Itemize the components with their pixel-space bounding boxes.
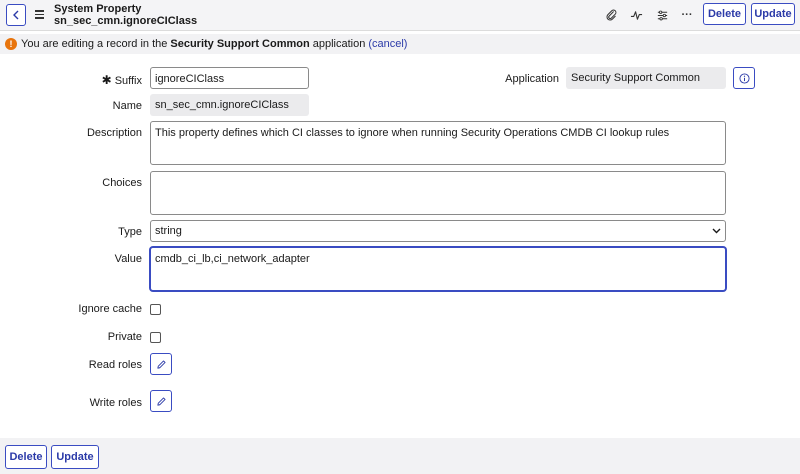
- description-label: Description: [86, 127, 142, 139]
- form-header: System Property sn_sec_cmn.ignoreCIClass…: [0, 0, 800, 31]
- footer-update-button[interactable]: Update: [51, 445, 99, 469]
- paperclip-icon[interactable]: [603, 7, 619, 23]
- type-selected-value: string: [155, 225, 182, 237]
- form-footer: Delete Update: [0, 438, 800, 474]
- required-icon: ✱: [101, 73, 112, 87]
- activity-icon[interactable]: [628, 7, 644, 23]
- menu-icon[interactable]: [35, 10, 44, 19]
- pencil-icon: [156, 359, 166, 369]
- write-roles-label: Write roles: [89, 397, 142, 409]
- page-title: System Property sn_sec_cmn.ignoreCIClass: [54, 3, 197, 27]
- write-roles-edit-button[interactable]: [150, 390, 172, 412]
- footer-delete-button[interactable]: Delete: [5, 445, 47, 469]
- record-type: System Property: [54, 3, 142, 15]
- description-textarea[interactable]: This property defines which CI classes t…: [150, 121, 726, 165]
- cancel-link[interactable]: (cancel): [368, 38, 407, 50]
- choices-label: Choices: [102, 177, 142, 189]
- info-icon: [738, 72, 750, 84]
- name-label: Name: [112, 100, 142, 112]
- type-label: Type: [118, 226, 142, 238]
- warning-icon: !: [5, 38, 17, 50]
- private-checkbox[interactable]: [150, 332, 161, 343]
- header-delete-button[interactable]: Delete: [703, 3, 746, 25]
- choices-textarea[interactable]: [150, 171, 726, 215]
- private-label: Private: [107, 331, 142, 343]
- editing-notice: ! You are editing a record in the Securi…: [0, 34, 800, 54]
- name-field: sn_sec_cmn.ignoreCIClass: [150, 94, 309, 116]
- suffix-label: ✱ Suffix: [101, 73, 142, 87]
- record-name: sn_sec_cmn.ignoreCIClass: [54, 15, 198, 27]
- chevron-down-icon: [712, 228, 721, 234]
- settings-sliders-icon[interactable]: [654, 7, 670, 23]
- ignore-cache-label: Ignore cache: [78, 303, 142, 315]
- notice-app-name: Security Support Common: [170, 38, 310, 50]
- application-label: Application: [505, 73, 559, 85]
- read-roles-label: Read roles: [88, 359, 142, 371]
- notice-prefix: You are editing a record in the: [21, 38, 168, 50]
- pencil-icon: [156, 396, 166, 406]
- value-textarea[interactable]: cmdb_ci_lb,ci_network_adapter: [150, 247, 726, 291]
- chevron-left-icon: [13, 10, 19, 20]
- notice-suffix: application: [312, 38, 366, 50]
- more-options-icon[interactable]: ···: [679, 7, 695, 23]
- application-info-button[interactable]: [733, 67, 755, 89]
- application-field: Security Support Common: [566, 67, 726, 89]
- back-button[interactable]: [6, 4, 26, 26]
- value-label: Value: [114, 253, 142, 265]
- type-select[interactable]: string: [150, 220, 726, 242]
- ignore-cache-checkbox[interactable]: [150, 304, 161, 315]
- suffix-input[interactable]: ignoreCIClass: [150, 67, 309, 89]
- read-roles-edit-button[interactable]: [150, 353, 172, 375]
- header-update-button[interactable]: Update: [751, 3, 795, 25]
